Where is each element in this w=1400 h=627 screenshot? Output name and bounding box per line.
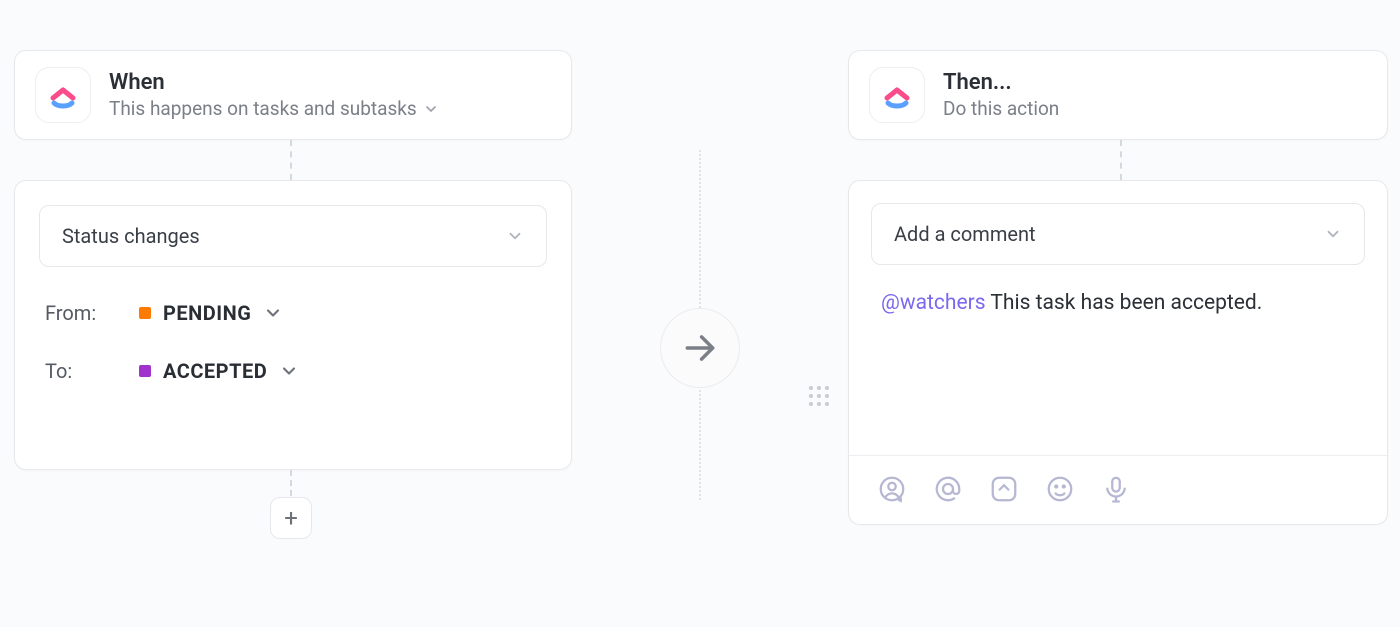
- to-status-color-icon: [139, 365, 151, 377]
- trigger-type-select[interactable]: Status changes: [39, 205, 547, 267]
- then-subtitle-text: Do this action: [943, 97, 1059, 120]
- plus-icon: +: [284, 504, 298, 532]
- record-clip-icon[interactable]: [989, 474, 1019, 504]
- from-label: From:: [45, 301, 115, 325]
- chevron-down-icon: [506, 227, 524, 245]
- drag-handle-icon[interactable]: [808, 380, 830, 412]
- clickup-logo-icon: [869, 67, 925, 123]
- comment-editor[interactable]: @watchers This task has been accepted.: [871, 265, 1365, 455]
- from-status-row[interactable]: From: PENDING: [39, 301, 547, 325]
- to-label: To:: [45, 359, 115, 383]
- action-card: Add a comment @watchers This task has be…: [848, 180, 1388, 525]
- when-subtitle-text: This happens on tasks and subtasks: [109, 97, 417, 120]
- action-type-select[interactable]: Add a comment: [871, 203, 1365, 265]
- when-header-card[interactable]: When This happens on tasks and subtasks: [14, 50, 572, 140]
- clickup-logo-icon: [35, 67, 91, 123]
- flow-arrow-icon: [660, 308, 740, 388]
- connector-line: [290, 140, 292, 180]
- emoji-icon[interactable]: [1045, 474, 1075, 504]
- from-status-color-icon: [139, 307, 151, 319]
- trigger-card: Status changes From: PENDING To: ACCEPTE…: [14, 180, 572, 470]
- from-status-value: PENDING: [163, 301, 251, 325]
- add-trigger-button[interactable]: +: [270, 497, 312, 539]
- chevron-down-icon: [423, 101, 439, 117]
- chevron-down-icon: [279, 361, 299, 381]
- chevron-down-icon: [263, 303, 283, 323]
- then-header-card[interactable]: Then... Do this action: [848, 50, 1388, 140]
- comment-mention-token[interactable]: @watchers: [881, 291, 986, 315]
- comment-toolbar: [871, 456, 1365, 506]
- when-subtitle-row[interactable]: This happens on tasks and subtasks: [109, 97, 439, 120]
- mic-icon[interactable]: [1101, 474, 1131, 504]
- at-mention-icon[interactable]: [933, 474, 963, 504]
- action-type-label: Add a comment: [894, 222, 1036, 246]
- connector-line: [1120, 140, 1122, 180]
- assign-comment-icon[interactable]: [877, 474, 907, 504]
- then-title: Then...: [943, 70, 1059, 95]
- to-status-row[interactable]: To: ACCEPTED: [39, 359, 547, 383]
- chevron-down-icon: [1324, 225, 1342, 243]
- to-status-value: ACCEPTED: [163, 359, 267, 383]
- comment-text-content: This task has been accepted.: [986, 291, 1263, 315]
- when-title: When: [109, 70, 439, 95]
- trigger-type-label: Status changes: [62, 224, 200, 248]
